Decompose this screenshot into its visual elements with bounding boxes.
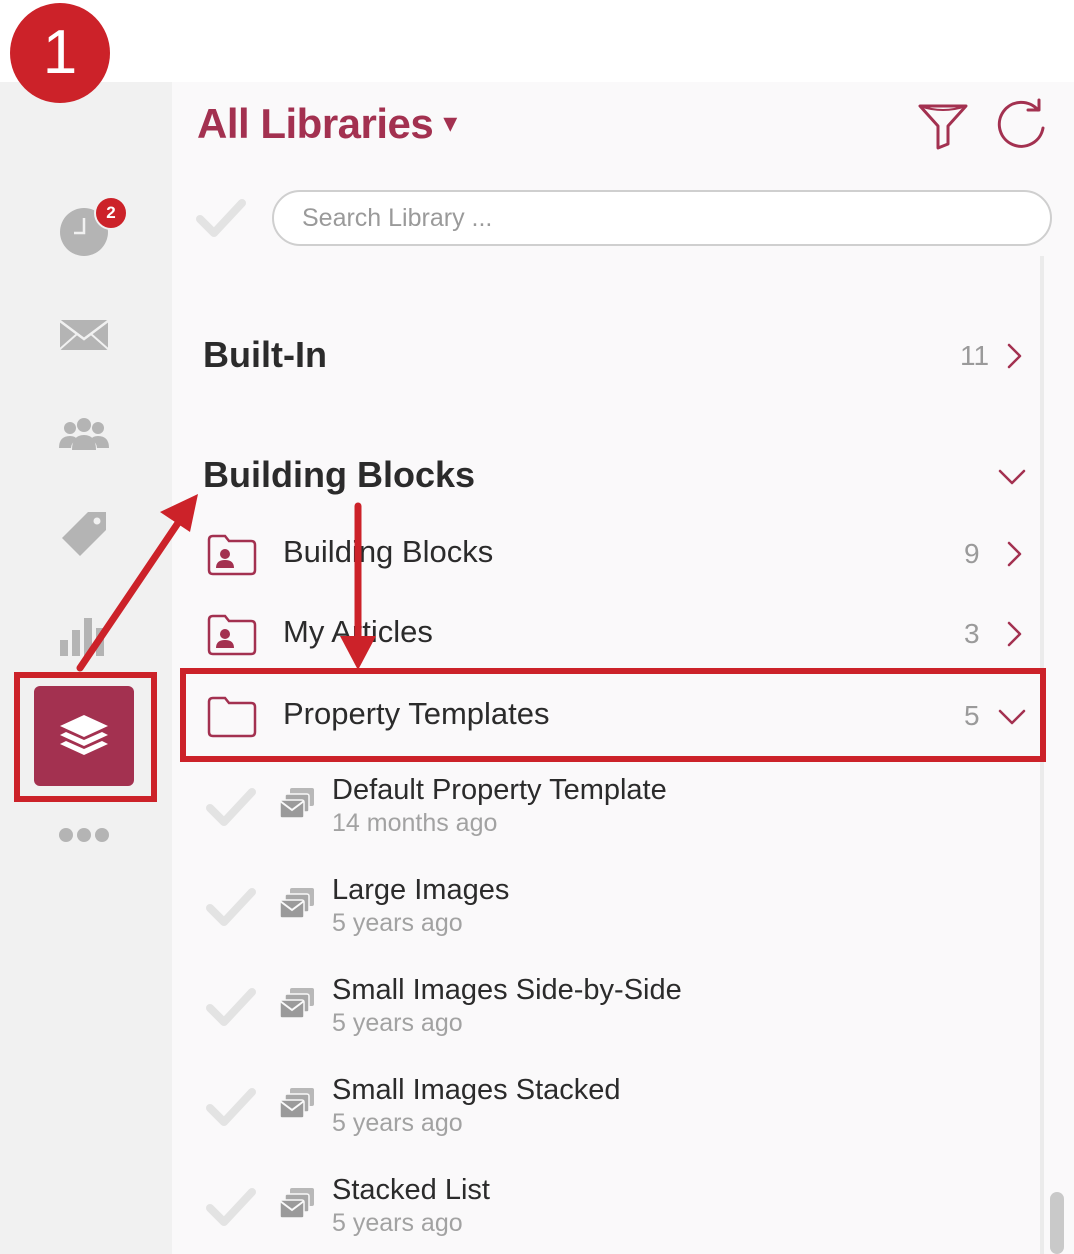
section-count: 11 — [960, 340, 990, 371]
template-icon — [278, 786, 318, 824]
envelope-icon[interactable] — [58, 308, 110, 360]
chevron-down-icon[interactable] — [998, 462, 1026, 490]
shared-folder-icon — [207, 534, 257, 576]
folder-count: 3 — [964, 618, 980, 649]
section-building-blocks[interactable]: Building Blocks — [203, 454, 475, 496]
template-icon — [278, 886, 318, 924]
activity-count-badge: 2 — [94, 196, 128, 230]
select-check-icon[interactable] — [206, 784, 256, 828]
folder-my-articles[interactable]: My Articles — [283, 614, 433, 650]
template-title[interactable]: Stacked List — [332, 1174, 490, 1207]
template-icon — [278, 1086, 318, 1124]
refresh-icon[interactable] — [994, 98, 1048, 152]
folder-building-blocks[interactable]: Building Blocks — [283, 534, 493, 570]
select-check-icon[interactable] — [206, 884, 256, 928]
template-timestamp: 5 years ago — [332, 1209, 463, 1237]
more-icon[interactable] — [58, 820, 110, 850]
tag-icon[interactable] — [58, 508, 110, 560]
template-title[interactable]: Small Images Stacked — [332, 1074, 621, 1107]
template-icon — [278, 1186, 318, 1224]
libraries-nav-button[interactable] — [34, 686, 134, 786]
page-title: All Libraries — [197, 100, 434, 147]
scrollbar-thumb[interactable] — [1050, 1192, 1064, 1254]
select-all-check-icon[interactable] — [196, 192, 246, 242]
library-selector[interactable]: All Libraries ▾ — [197, 100, 457, 148]
template-timestamp: 5 years ago — [332, 909, 463, 937]
select-check-icon[interactable] — [206, 984, 256, 1028]
section-built-in[interactable]: Built-In — [203, 334, 327, 376]
template-title[interactable]: Default Property Template — [332, 774, 667, 807]
step-number-badge: 1 — [10, 3, 110, 103]
layers-icon — [60, 715, 108, 755]
bar-chart-icon[interactable] — [58, 610, 110, 662]
template-title[interactable]: Large Images — [332, 874, 509, 907]
filter-icon[interactable] — [916, 98, 970, 152]
search-input[interactable] — [272, 190, 1052, 246]
template-timestamp: 5 years ago — [332, 1109, 463, 1137]
people-icon[interactable] — [58, 408, 110, 460]
chevron-right-icon[interactable] — [1000, 540, 1028, 568]
template-icon — [278, 986, 318, 1024]
folder-count: 9 — [964, 538, 980, 569]
select-check-icon[interactable] — [206, 1184, 256, 1228]
dropdown-caret-icon: ▾ — [443, 107, 457, 138]
template-title[interactable]: Small Images Side-by-Side — [332, 974, 682, 1007]
select-check-icon[interactable] — [206, 1084, 256, 1128]
folder-highlight-annotation — [180, 668, 1046, 762]
chevron-right-icon[interactable] — [1000, 620, 1028, 648]
shared-folder-icon — [207, 614, 257, 656]
chevron-right-icon[interactable] — [1000, 342, 1028, 370]
template-timestamp: 5 years ago — [332, 1009, 463, 1037]
template-timestamp: 14 months ago — [332, 809, 498, 837]
